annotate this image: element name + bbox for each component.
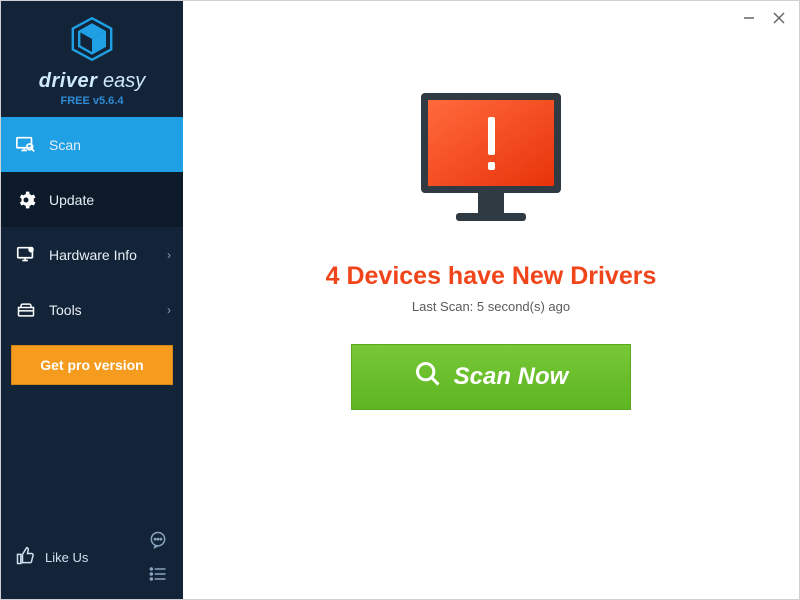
minimize-button[interactable] xyxy=(743,12,755,26)
chevron-right-icon: › xyxy=(167,248,171,262)
headline: 4 Devices have New Drivers xyxy=(326,262,657,291)
menu-list-icon[interactable] xyxy=(147,563,169,585)
last-scan-label: Last Scan: 5 second(s) ago xyxy=(412,299,570,314)
main-content: 4 Devices have New Drivers Last Scan: 5 … xyxy=(183,1,799,599)
brand-name: driver easy xyxy=(1,70,183,93)
like-us-label[interactable]: Like Us xyxy=(45,550,88,565)
toolbox-icon xyxy=(15,299,37,321)
sidebar-item-label: Tools xyxy=(49,302,82,318)
monitor-info-icon: i xyxy=(15,244,37,266)
footer-icons xyxy=(147,529,169,585)
sidebar-item-update[interactable]: Update xyxy=(1,172,183,227)
logo-icon xyxy=(68,50,116,67)
get-pro-label: Get pro version xyxy=(40,357,143,373)
sidebar: driver easy FREE v5.6.4 Scan xyxy=(1,1,183,599)
sidebar-item-tools[interactable]: Tools › xyxy=(1,282,183,337)
close-button[interactable] xyxy=(773,12,785,26)
nav-list: Scan Update i xyxy=(1,117,183,337)
sidebar-item-hardware-info[interactable]: i Hardware Info › xyxy=(1,227,183,282)
scan-now-label: Scan Now xyxy=(454,363,569,391)
window-controls xyxy=(743,1,799,31)
chevron-right-icon: › xyxy=(167,303,171,317)
thumbs-up-icon[interactable] xyxy=(15,546,37,568)
sidebar-footer: Like Us xyxy=(1,519,183,599)
get-pro-button[interactable]: Get pro version xyxy=(11,345,173,385)
version-label: FREE v5.6.4 xyxy=(1,95,183,107)
sidebar-item-label: Update xyxy=(49,192,94,208)
scan-now-button[interactable]: Scan Now xyxy=(351,344,631,410)
logo-block: driver easy FREE v5.6.4 xyxy=(1,1,183,117)
svg-text:i: i xyxy=(30,247,31,252)
alert-monitor-icon xyxy=(406,85,576,240)
monitor-search-icon xyxy=(15,134,37,156)
sidebar-item-label: Hardware Info xyxy=(49,247,137,263)
sidebar-item-label: Scan xyxy=(49,137,81,153)
magnifier-icon xyxy=(414,360,442,395)
gear-icon xyxy=(15,189,37,211)
sidebar-item-scan[interactable]: Scan xyxy=(1,117,183,172)
app-window: driver easy FREE v5.6.4 Scan xyxy=(0,0,800,600)
feedback-icon[interactable] xyxy=(147,529,169,551)
